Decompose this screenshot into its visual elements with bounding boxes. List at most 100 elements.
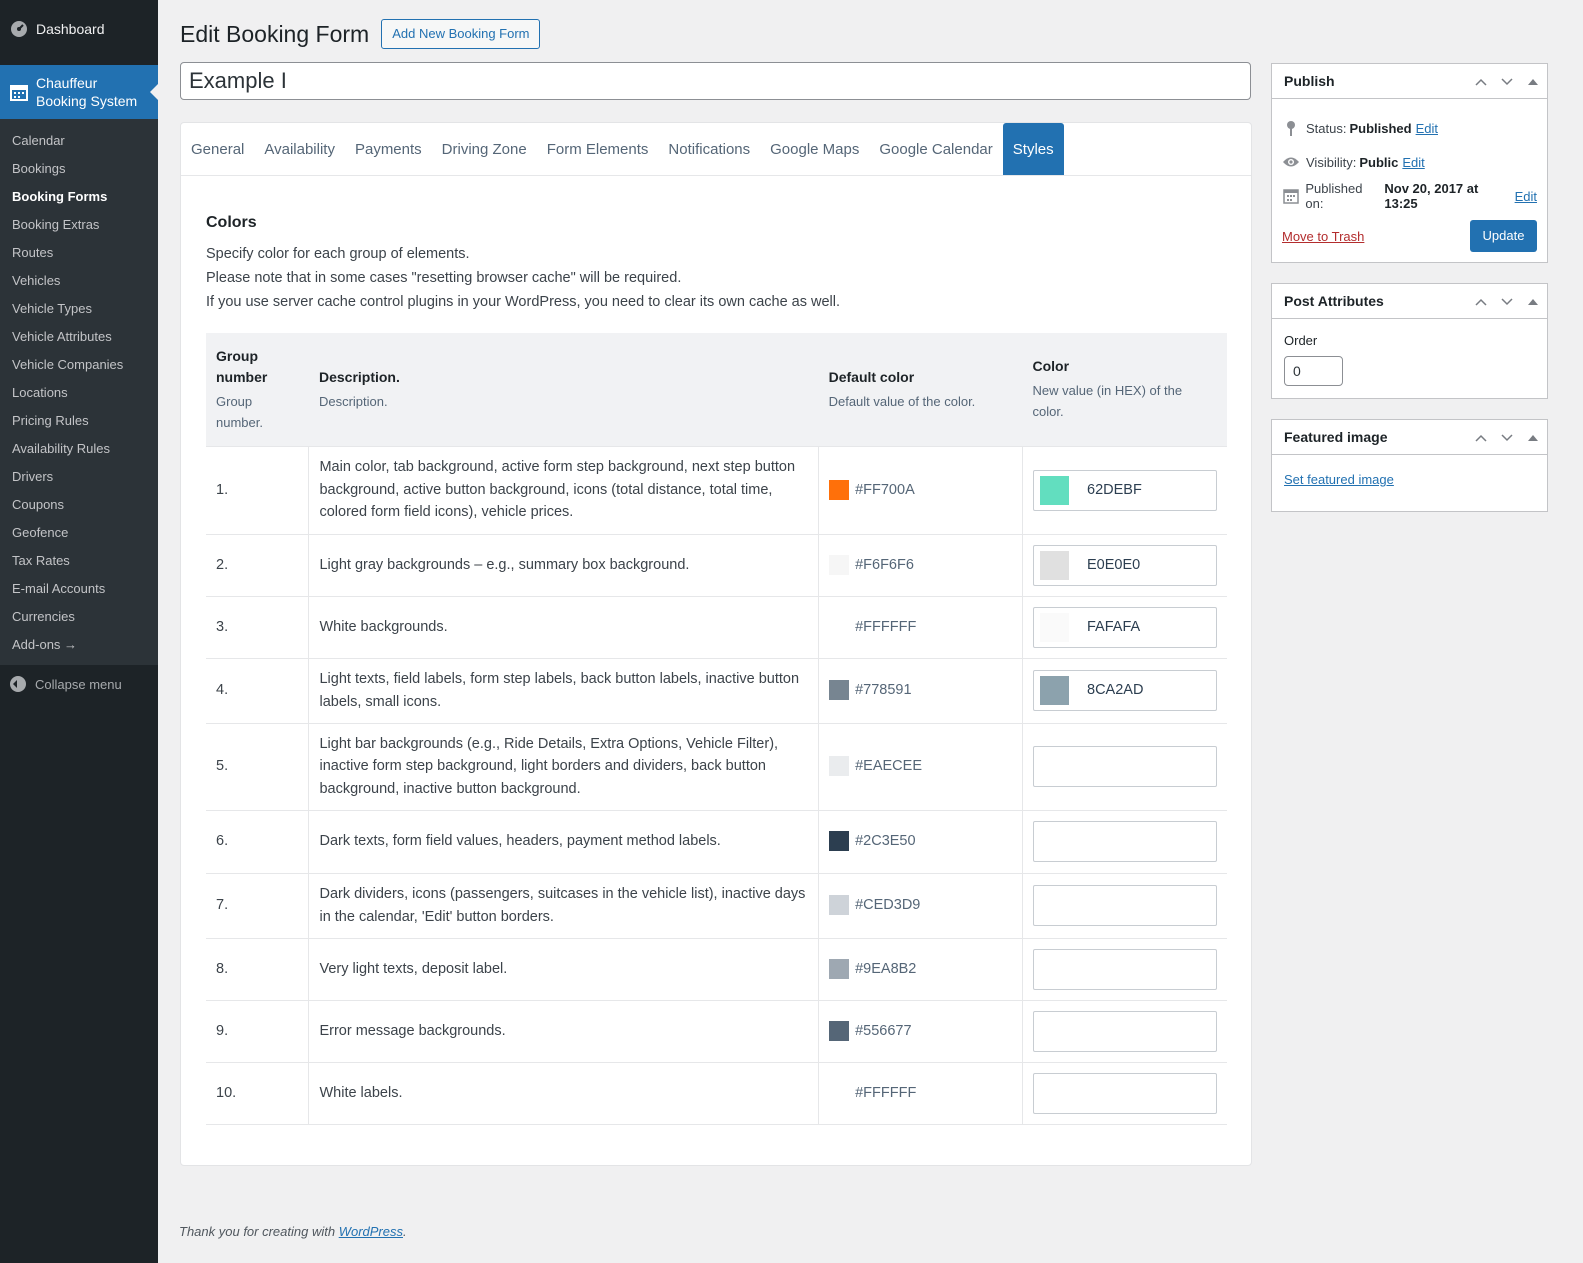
sidebar-item-geofence[interactable]: Geofence [0,519,158,547]
group-description: Main color, tab background, active form … [308,445,819,534]
order-label: Order [1284,333,1318,348]
table-row: 3. White backgrounds. #FFFFFF FAFAFA [206,595,1227,658]
color-hex-input[interactable]: FAFAFA [1033,606,1217,648]
visibility-row: Visibility: Public Edit [1282,145,1537,179]
group-number: 3. [206,595,309,658]
color-preview-swatch[interactable] [1040,475,1069,505]
color-hex-input[interactable]: E0E0E0 [1033,544,1217,586]
tab-google-calendar[interactable]: Google Calendar [869,123,1002,175]
move-up-icon[interactable] [1473,74,1489,90]
color-hex-input[interactable] [1033,948,1217,990]
collapse-menu-label: Collapse menu [35,676,122,692]
color-hex-input[interactable] [1033,746,1217,787]
tab-form-elements[interactable]: Form Elements [537,123,659,175]
box-controls [1473,420,1541,455]
move-down-icon[interactable] [1499,294,1515,310]
post-title-input[interactable]: Example I [180,62,1251,100]
default-color-cell: #EAECEE [818,722,1023,810]
calendar-small-icon [1282,187,1299,205]
toggle-panel-icon[interactable] [1525,74,1541,90]
color-hex-input[interactable] [1033,885,1217,926]
sidebar-item-vehicles[interactable]: Vehicles [0,267,158,295]
move-up-icon[interactable] [1473,294,1489,310]
sidebar-item-e-mail-accounts[interactable]: E-mail Accounts [0,575,158,603]
publish-title: Publish [1284,73,1335,89]
sidebar-item-vehicle-companies[interactable]: Vehicle Companies [0,351,158,379]
sidebar-item-currencies[interactable]: Currencies [0,603,158,631]
color-hex-input[interactable]: 62DEBF [1033,469,1217,511]
post-attributes-header: Post Attributes [1272,284,1547,319]
status-edit-link[interactable]: Edit [1416,121,1438,136]
move-up-icon[interactable] [1473,430,1489,446]
color-hex-input[interactable] [1033,1010,1217,1052]
color-hex-input[interactable] [1033,821,1217,862]
move-to-trash-link[interactable]: Move to Trash [1282,229,1364,244]
group-number: 2. [206,533,309,596]
default-color-value: #2C3E50 [855,833,916,850]
color-preview-swatch[interactable] [1040,612,1069,642]
color-hex-input[interactable] [1033,1072,1217,1114]
toggle-panel-icon[interactable] [1525,294,1541,310]
sidebar-item-add-ons[interactable]: Add-ons → [0,631,158,659]
sidebar-item-booking-forms[interactable]: Booking Forms [0,183,158,211]
color-hex-value: 8CA2AD [1087,682,1144,699]
set-featured-image-link[interactable]: Set featured image [1284,472,1394,487]
tab-general[interactable]: General [181,123,254,175]
sidebar-item-vehicle-attributes[interactable]: Vehicle Attributes [0,323,158,351]
page-header: Edit Booking Form Add New Booking Form [180,0,1252,68]
add-new-booking-form-button[interactable]: Add New Booking Form [381,19,541,49]
published-edit-link[interactable]: Edit [1515,189,1537,204]
default-color-cell: #556677 [818,999,1023,1062]
menu-chauffeur-booking-system[interactable]: Chauffeur Booking System [0,65,158,119]
toggle-panel-icon[interactable] [1525,430,1541,446]
pin-icon [1282,119,1300,137]
sidebar-item-tax-rates[interactable]: Tax Rates [0,547,158,575]
visibility-edit-link[interactable]: Edit [1402,155,1424,170]
default-color-cell: #FFFFFF [818,595,1023,658]
sidebar-item-routes[interactable]: Routes [0,239,158,267]
sidebar-item-bookings[interactable]: Bookings [0,155,158,183]
group-description: White backgrounds. [308,595,819,658]
header-default-title: Default color [828,368,915,385]
sidebar-item-coupons[interactable]: Coupons [0,491,158,519]
default-color-swatch [829,479,850,500]
wordpress-link[interactable]: WordPress [339,1224,403,1239]
default-color-swatch [829,554,850,575]
color-input-cell [1022,872,1227,938]
header-group-title: Group number [216,347,268,385]
move-down-icon[interactable] [1499,430,1515,446]
tab-google-maps[interactable]: Google Maps [760,123,869,175]
color-preview-swatch[interactable] [1040,550,1069,580]
tab-availability[interactable]: Availability [254,123,345,175]
update-button[interactable]: Update [1470,220,1537,252]
color-preview-swatch[interactable] [1040,676,1069,705]
order-input[interactable]: 0 [1284,356,1343,386]
menu-dashboard-label: Dashboard [36,21,105,37]
page-title: Edit Booking Form [180,20,370,47]
sidebar-item-pricing-rules[interactable]: Pricing Rules [0,407,158,435]
sidebar-item-vehicle-types[interactable]: Vehicle Types [0,295,158,323]
main-content: Edit Booking Form Add New Booking Form E… [180,0,1252,1166]
table-row: 6. Dark texts, form field values, headers… [206,809,1227,873]
sidebar-item-drivers[interactable]: Drivers [0,463,158,491]
collapse-menu-button[interactable]: Collapse menu [0,665,158,703]
header-color-title: Color [1032,358,1070,375]
header-desc-sub: Description. [318,393,388,409]
tab-driving-zone[interactable]: Driving Zone [432,123,537,175]
move-down-icon[interactable] [1499,74,1515,90]
group-number: 9. [206,999,309,1062]
sidebar-item-availability-rules[interactable]: Availability Rules [0,435,158,463]
sidebar-item-calendar[interactable]: Calendar [0,127,158,155]
tab-notifications[interactable]: Notifications [658,123,760,175]
tab-payments[interactable]: Payments [345,123,432,175]
menu-dashboard[interactable]: Dashboard [0,0,158,58]
intro-line: If you use server cache control plugins … [206,294,841,310]
color-hex-input[interactable]: 8CA2AD [1033,670,1217,711]
sidebar-item-booking-extras[interactable]: Booking Extras [0,211,158,239]
color-input-cell [1022,809,1227,873]
settings-panel: General Availability Payments Driving Zone F… [180,122,1252,1166]
sidebar-item-locations[interactable]: Locations [0,379,158,407]
group-description: Dark texts, form field values, headers, … [308,809,819,873]
tab-styles[interactable]: Styles [1002,123,1064,175]
group-description: Dark dividers, icons (passengers, suitca… [308,872,819,938]
